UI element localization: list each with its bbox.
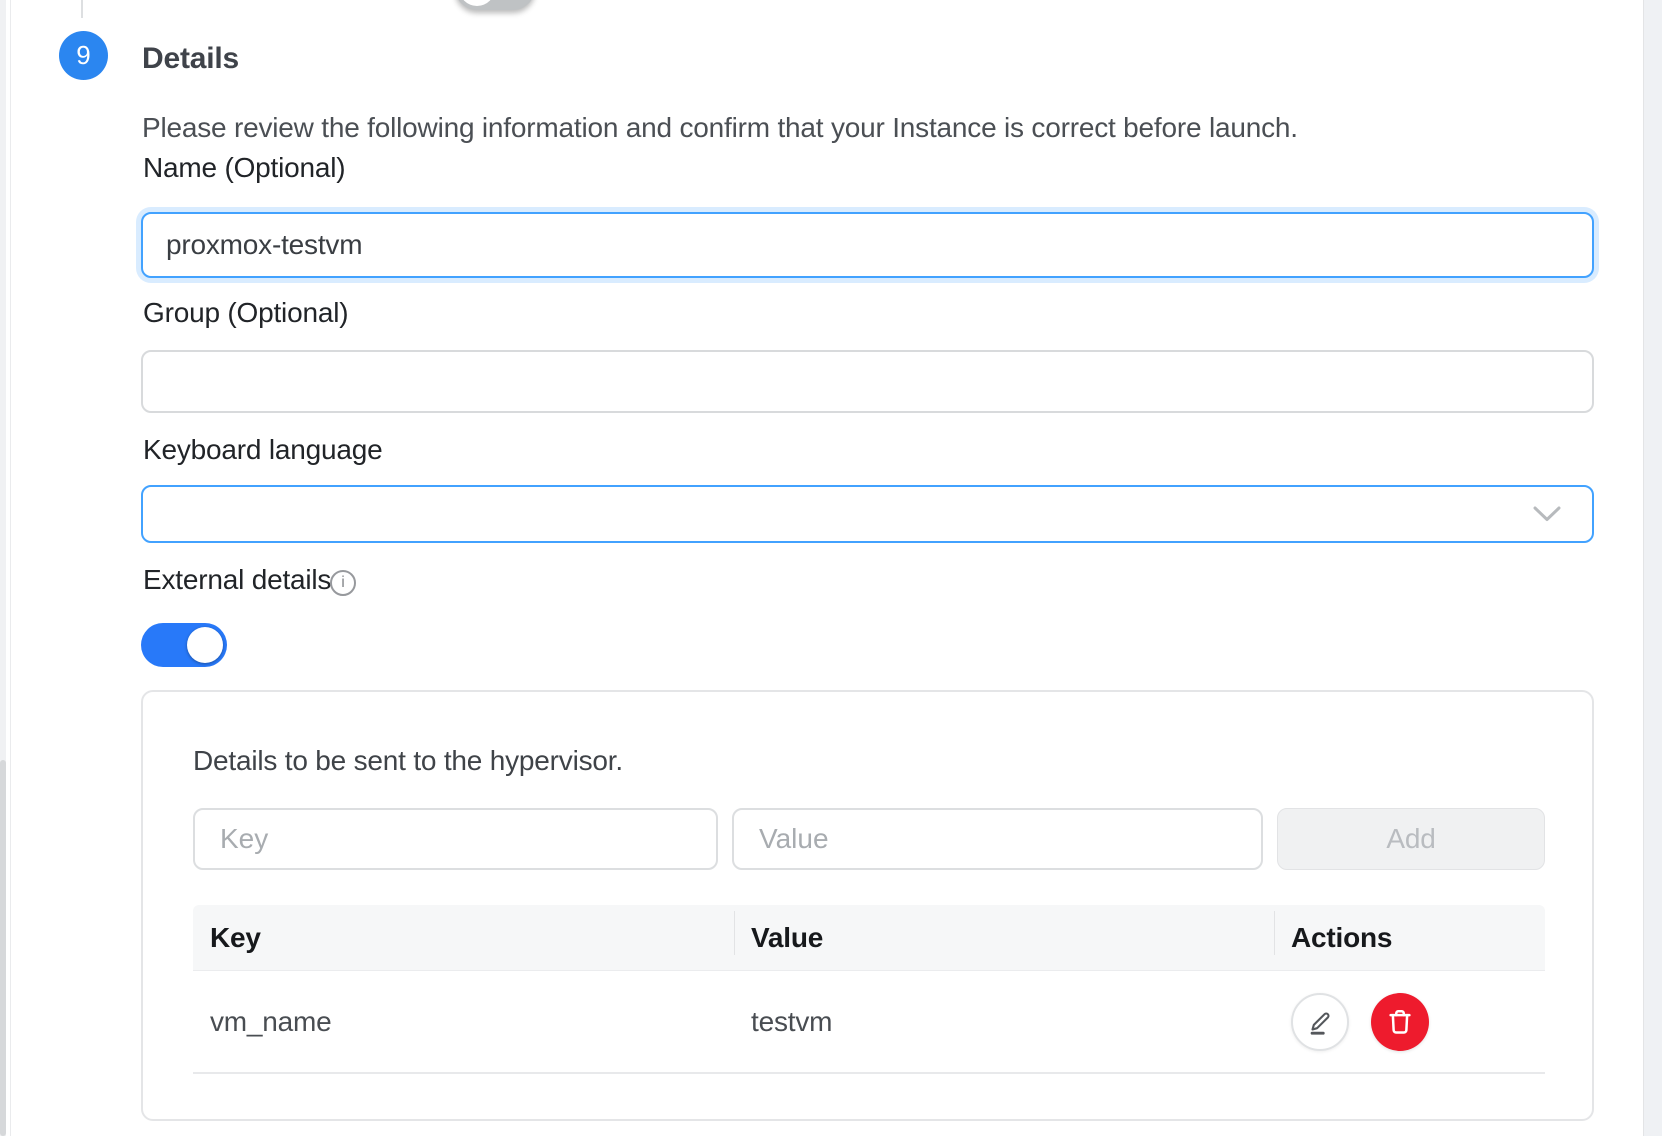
review-description: Please review the following information … [142,112,1298,144]
keyboard-language-select[interactable] [141,485,1594,543]
external-details-toggle[interactable] [141,623,227,667]
chevron-down-icon [1532,505,1562,523]
page: { "step": { "number": "9", "title": "Det… [0,0,1662,1136]
trash-icon [1385,1007,1415,1037]
keyboard-language-label: Keyboard language [143,434,382,466]
header-key: Key [193,922,734,954]
header-value: Value [734,922,1274,954]
pencil-icon [1306,1008,1334,1036]
toggle-knob [459,0,495,6]
row-actions-cell [1274,993,1545,1051]
delete-button[interactable] [1371,993,1429,1051]
toggle-knob [187,627,223,663]
left-scrollbar-thumb[interactable] [0,760,6,1136]
step-number-badge: 9 [59,31,108,80]
row-key-cell: vm_name [193,1006,734,1038]
content-left-divider [10,0,11,1136]
table-header-row: Key Value Actions [193,905,1545,971]
key-value-table: Key Value Actions vm_name testvm [193,905,1545,1074]
key-value-form-row: Add [193,808,1545,870]
value-input[interactable] [732,808,1263,870]
external-details-label: External details [143,564,331,596]
panel-caption: Details to be sent to the hypervisor. [193,745,623,777]
step-title: Details [142,42,239,76]
group-input[interactable] [141,350,1594,413]
edit-button[interactable] [1291,993,1349,1051]
step-connector-line [81,0,83,18]
add-button[interactable]: Add [1277,808,1545,870]
header-actions: Actions [1274,922,1545,954]
group-label: Group (Optional) [143,297,348,329]
name-input[interactable] [141,212,1594,278]
key-input[interactable] [193,808,718,870]
name-label: Name (Optional) [143,152,345,184]
hypervisor-details-panel: Details to be sent to the hypervisor. Ad… [141,690,1594,1121]
previous-section-toggle[interactable] [455,0,535,10]
info-icon[interactable]: i [330,570,356,596]
right-scrollbar-track[interactable] [1643,0,1662,1136]
row-value-cell: testvm [734,1006,1274,1038]
table-row: vm_name testvm [193,971,1545,1074]
